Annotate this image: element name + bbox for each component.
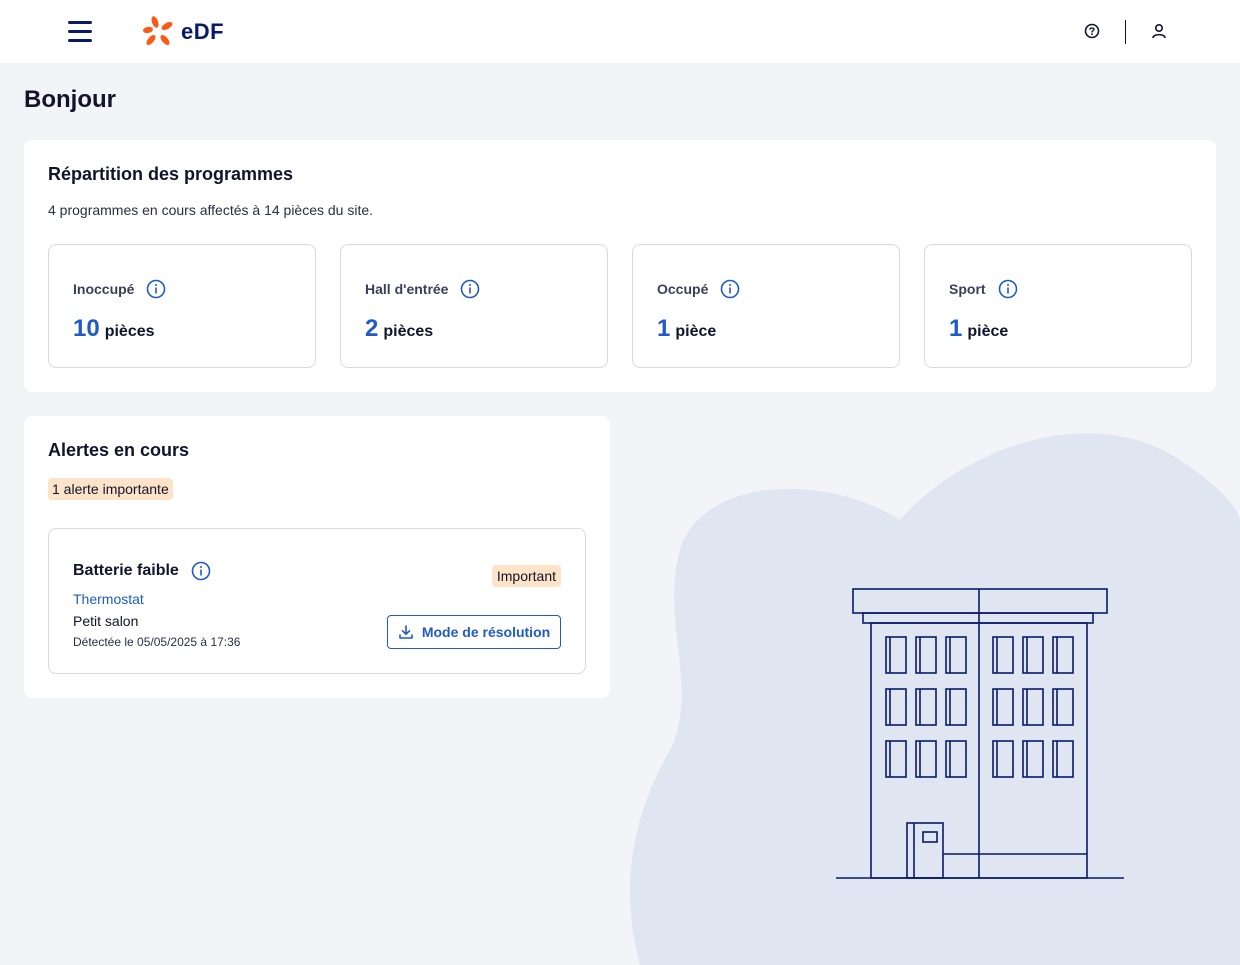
program-tile-occupe: Occupé 1 pièce [632,244,900,368]
alert-name-text: Batterie faible [73,562,179,579]
alerts-summary-badge: 1 alerte importante [48,478,173,500]
info-icon[interactable] [191,561,211,581]
program-tile-inoccupe: Inoccupé 10 pièces [48,244,316,368]
program-count: 1 pièce [657,315,716,343]
download-icon [399,625,413,639]
edf-logo-mark [143,16,173,45]
alert-item: Batterie faible Thermostat Petit salon D… [48,528,586,674]
building-illustration [630,433,1240,965]
alert-name: Batterie faible [73,561,211,581]
edf-logo[interactable]: eDF [143,16,224,48]
alert-detected-date: Détectée le 05/05/2025 à 17:36 [73,635,241,649]
program-label: Hall d'entrée [365,279,480,299]
program-count-number: 10 [73,315,100,342]
resolution-mode-label: Mode de résolution [421,624,551,640]
alert-room: Petit salon [73,613,139,629]
info-icon[interactable] [998,279,1018,299]
programs-card: Répartition des programmes 4 programmes … [24,140,1216,392]
program-count-number: 1 [949,315,963,342]
program-label-text: Hall d'entrée [365,281,449,297]
resolution-mode-button[interactable]: Mode de résolution [387,615,561,649]
program-count-unit: pièces [104,323,155,340]
help-circle-icon[interactable] [1083,22,1101,40]
menu-icon[interactable] [68,21,92,43]
info-icon[interactable] [460,279,480,299]
program-count-unit: pièces [383,323,434,340]
program-label: Inoccupé [73,279,166,299]
programs-title: Répartition des programmes [48,164,294,184]
logo-text: eDF [181,19,225,44]
program-label: Sport [949,279,1018,299]
program-count-number: 2 [365,315,379,342]
program-count: 10 pièces [73,315,155,343]
info-icon[interactable] [146,279,166,299]
background-blob [630,433,1240,965]
programs-subtitle: 4 programmes en cours affectés à 14 pièc… [48,202,374,218]
alerts-card: Alertes en cours 1 alerte importante Bat… [24,416,610,698]
program-tile-hall: Hall d'entrée 2 pièces [340,244,608,368]
program-count: 1 pièce [949,315,1008,343]
severity-badge: Important [491,565,561,587]
program-label-text: Occupé [657,281,709,297]
alert-device-link[interactable]: Thermostat [73,591,144,607]
top-header: eDF [0,0,1240,63]
program-label-text: Sport [949,281,986,297]
user-icon[interactable] [1150,22,1168,40]
program-tile-sport: Sport 1 pièce [924,244,1192,368]
program-count: 2 pièces [365,315,433,343]
program-count-unit: pièce [967,323,1009,340]
program-count-unit: pièce [675,323,717,340]
header-divider [1125,20,1126,44]
program-label-text: Inoccupé [73,281,135,297]
alerts-title: Alertes en cours [48,440,190,460]
page-title: Bonjour [24,86,116,113]
program-label: Occupé [657,279,740,299]
info-icon[interactable] [720,279,740,299]
program-count-number: 1 [657,315,671,342]
